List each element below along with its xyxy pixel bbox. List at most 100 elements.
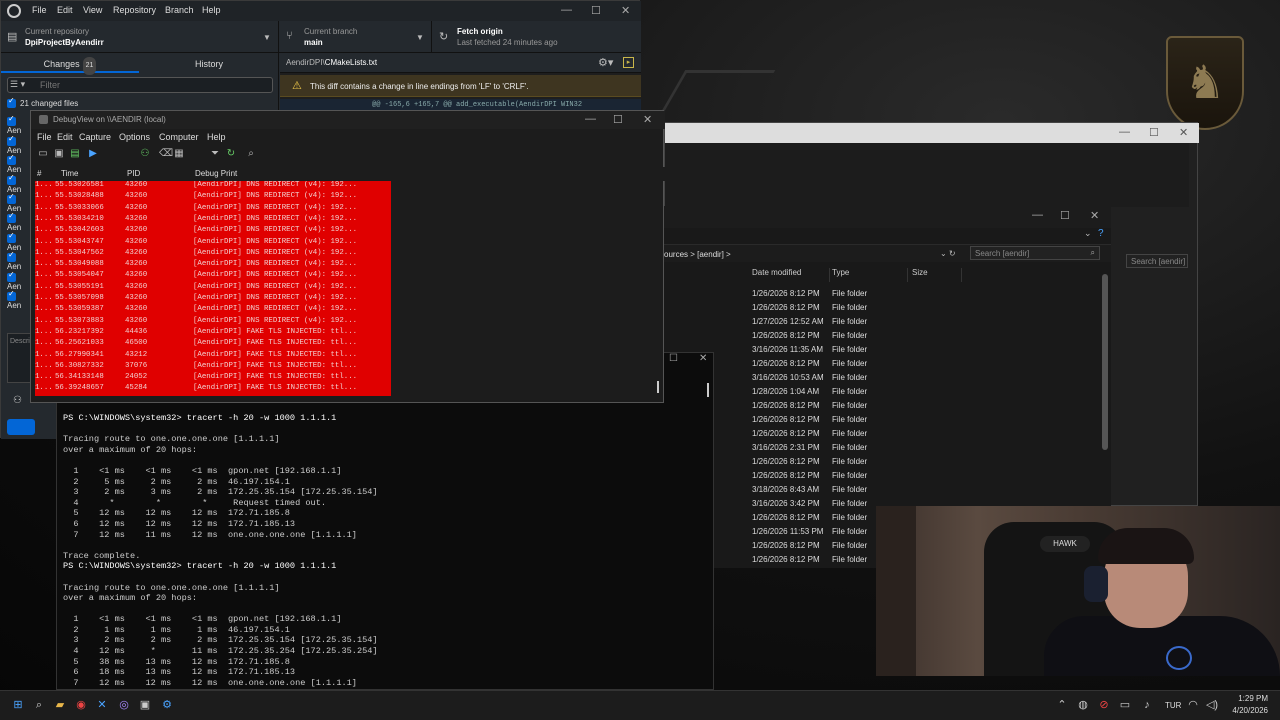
tray-app-icon[interactable]: ⊘ bbox=[1097, 698, 1111, 712]
log-row[interactable]: 1... 55.53059387 43260 [AendirDPI] DNS REDI… bbox=[35, 305, 391, 316]
checkbox-icon[interactable] bbox=[7, 192, 16, 204]
folder-row[interactable]: 1/26/2026 8:12 PM File folder bbox=[752, 286, 1052, 300]
dv-scrollbar[interactable] bbox=[657, 381, 659, 393]
folder-row[interactable]: 1/26/2026 8:12 PM File folder bbox=[752, 356, 1052, 370]
explorer-search[interactable]: Search [aendir] ⌕ bbox=[970, 246, 1100, 260]
chevron-down-icon[interactable]: ⌄ bbox=[1084, 228, 1092, 239]
chevron-up-icon[interactable]: ⌃ bbox=[1055, 698, 1069, 712]
explorer-back-search[interactable]: Search [aendir] bbox=[1126, 254, 1188, 268]
commit-button[interactable] bbox=[7, 419, 35, 435]
menu-capture[interactable]: Capture bbox=[79, 132, 111, 142]
folder-row[interactable]: 1/26/2026 8:12 PM File folder bbox=[752, 468, 1052, 482]
menu-repository[interactable]: Repository bbox=[113, 5, 156, 15]
vscode-icon[interactable]: ✕ bbox=[95, 698, 109, 712]
log-row[interactable]: 1... 55.53043747 43260 [AendirDPI] DNS REDI… bbox=[35, 238, 391, 249]
folder-row[interactable]: 3/16/2026 10:53 AM File folder bbox=[752, 370, 1052, 384]
new-icon[interactable]: ▤ bbox=[69, 148, 81, 160]
filter-input[interactable] bbox=[40, 79, 266, 91]
microphone-icon[interactable]: ♪ bbox=[1140, 698, 1154, 712]
log-row[interactable]: 1... 55.53028488 43260 [AendirDPI] DNS REDI… bbox=[35, 192, 391, 203]
log-row[interactable]: 1... 56.27990341 43212 [AendirDPI] FAKE TLS… bbox=[35, 351, 391, 362]
checkbox-icon[interactable] bbox=[7, 173, 16, 185]
log-row[interactable]: 1... 55.53054047 43260 [AendirDPI] DNS REDI… bbox=[35, 271, 391, 282]
checkbox-icon[interactable] bbox=[7, 96, 16, 109]
maximize-icon[interactable]: ☐ bbox=[591, 4, 601, 17]
maximize-icon[interactable]: ☐ bbox=[1149, 126, 1159, 139]
log-row[interactable]: 1... 55.53033066 43260 [AendirDPI] DNS REDI… bbox=[35, 204, 391, 215]
explorer-scrollbar[interactable] bbox=[1102, 274, 1108, 450]
save-icon[interactable]: ▣ bbox=[53, 148, 65, 160]
folder-row[interactable]: 1/26/2026 8:12 PM File folder bbox=[752, 328, 1052, 342]
file-explorer-icon[interactable]: ▰ bbox=[53, 698, 67, 712]
clock-date[interactable]: 4/20/2026 bbox=[1226, 706, 1268, 715]
minimize-icon[interactable]: — bbox=[1119, 126, 1130, 138]
folder-row[interactable]: 1/28/2026 1:04 AM File folder bbox=[752, 384, 1052, 398]
minimize-icon[interactable]: — bbox=[561, 4, 572, 16]
maximize-icon[interactable]: ☐ bbox=[613, 113, 623, 126]
language-indicator[interactable]: TUR bbox=[1165, 701, 1181, 710]
menu-options[interactable]: Options bbox=[119, 132, 150, 142]
folder-row[interactable]: 1/26/2026 8:12 PM File folder bbox=[752, 300, 1052, 314]
wifi-icon[interactable]: ◠ bbox=[1186, 698, 1200, 712]
column-date-modified[interactable]: Date modified bbox=[752, 268, 830, 282]
maximize-icon[interactable]: ☐ bbox=[669, 353, 678, 364]
log-row[interactable]: 1... 55.53042603 43260 [AendirDPI] DNS REDI… bbox=[35, 226, 391, 237]
terminal-output[interactable]: PS C:\WINDOWS\system32> tracert -h 20 -w… bbox=[63, 413, 703, 689]
column-time[interactable]: Time bbox=[61, 169, 78, 178]
network-shield-icon[interactable]: ◍ bbox=[1076, 698, 1090, 712]
column-type[interactable]: Type bbox=[832, 268, 908, 282]
log-row[interactable]: 1... 55.53047562 43260 [AendirDPI] DNS REDI… bbox=[35, 249, 391, 260]
column-number[interactable]: # bbox=[37, 169, 41, 178]
menu-edit[interactable]: Edit bbox=[57, 5, 73, 15]
close-icon[interactable]: ✕ bbox=[1090, 209, 1099, 222]
maximize-icon[interactable]: ☐ bbox=[1060, 209, 1070, 222]
battery-icon[interactable]: ▭ bbox=[1118, 698, 1132, 712]
menu-file[interactable]: File bbox=[37, 132, 52, 142]
close-icon[interactable]: ✕ bbox=[1179, 126, 1188, 139]
close-icon[interactable]: ✕ bbox=[643, 113, 652, 126]
log-row[interactable]: 1... 56.23217392 44436 [AendirDPI] FAKE TLS… bbox=[35, 328, 391, 339]
expand-icon[interactable]: ▸ bbox=[623, 57, 634, 68]
menu-file[interactable]: File bbox=[32, 5, 47, 15]
log-row[interactable]: 1... 56.30827332 37076 [AendirDPI] FAKE TLS… bbox=[35, 362, 391, 373]
log-row[interactable]: 1... 56.34133148 24052 [AendirDPI] FAKE TLS… bbox=[35, 373, 391, 384]
chevron-down-icon[interactable]: ⌄ ↻ bbox=[940, 249, 956, 258]
log-row[interactable]: 1... 56.25621033 46500 [AendirDPI] FAKE TLS… bbox=[35, 339, 391, 350]
checkbox-icon[interactable] bbox=[7, 231, 16, 243]
breadcrumb[interactable]: ources > [aendir] > bbox=[664, 250, 731, 259]
menu-computer[interactable]: Computer bbox=[159, 132, 199, 142]
checkbox-icon[interactable] bbox=[7, 153, 16, 166]
folder-row[interactable]: 3/16/2026 2:31 PM File folder bbox=[752, 440, 1052, 454]
help-icon[interactable]: ? bbox=[1098, 228, 1104, 239]
debugview-taskbar-icon[interactable]: ⚙ bbox=[160, 698, 174, 712]
folder-row[interactable]: 3/18/2026 8:43 AM File folder bbox=[752, 482, 1052, 496]
folder-row[interactable]: 1/26/2026 8:12 PM File folder bbox=[752, 398, 1052, 412]
fetch-origin-button[interactable]: ↻ Fetch origin Last fetched 24 minutes a… bbox=[433, 21, 641, 53]
connect-icon[interactable]: ⚇ bbox=[139, 148, 151, 160]
close-icon[interactable]: ✕ bbox=[699, 353, 707, 364]
log-row[interactable]: 1... 55.53026581 43260 [AendirDPI] DNS REDI… bbox=[35, 181, 391, 192]
search-icon[interactable]: ⌕ bbox=[32, 698, 46, 712]
checkbox-icon[interactable] bbox=[7, 211, 16, 224]
chrome-icon[interactable]: ◉ bbox=[74, 698, 88, 712]
obs-icon[interactable]: ◎ bbox=[117, 698, 131, 712]
folder-row[interactable]: 1/26/2026 8:12 PM File folder bbox=[752, 454, 1052, 468]
checkbox-icon[interactable] bbox=[7, 114, 16, 127]
column-size[interactable]: Size bbox=[912, 268, 962, 282]
clear-icon[interactable]: ⌫ bbox=[159, 148, 173, 160]
terminal-icon[interactable]: ▣ bbox=[138, 698, 152, 712]
ps-scrollbar[interactable] bbox=[707, 383, 709, 397]
folder-row[interactable]: 3/16/2026 11:35 AM File folder bbox=[752, 342, 1052, 356]
gear-icon[interactable]: ⚙▾ bbox=[598, 56, 613, 69]
menu-branch[interactable]: Branch bbox=[165, 5, 194, 15]
autoscroll-icon[interactable]: ▦ bbox=[173, 148, 185, 160]
tab-history[interactable]: History bbox=[140, 55, 278, 73]
clock-time[interactable]: 1:29 PM bbox=[1236, 694, 1268, 703]
history-icon[interactable]: ↻ bbox=[225, 148, 237, 160]
add-coauthor-icon[interactable]: ⚇ bbox=[13, 395, 22, 406]
column-debug-print[interactable]: Debug Print bbox=[195, 169, 237, 178]
checkbox-icon[interactable] bbox=[7, 250, 16, 263]
tab-changes[interactable]: Changes 21 bbox=[1, 55, 139, 75]
minimize-icon[interactable]: — bbox=[1032, 209, 1043, 221]
menu-help[interactable]: Help bbox=[207, 132, 226, 142]
